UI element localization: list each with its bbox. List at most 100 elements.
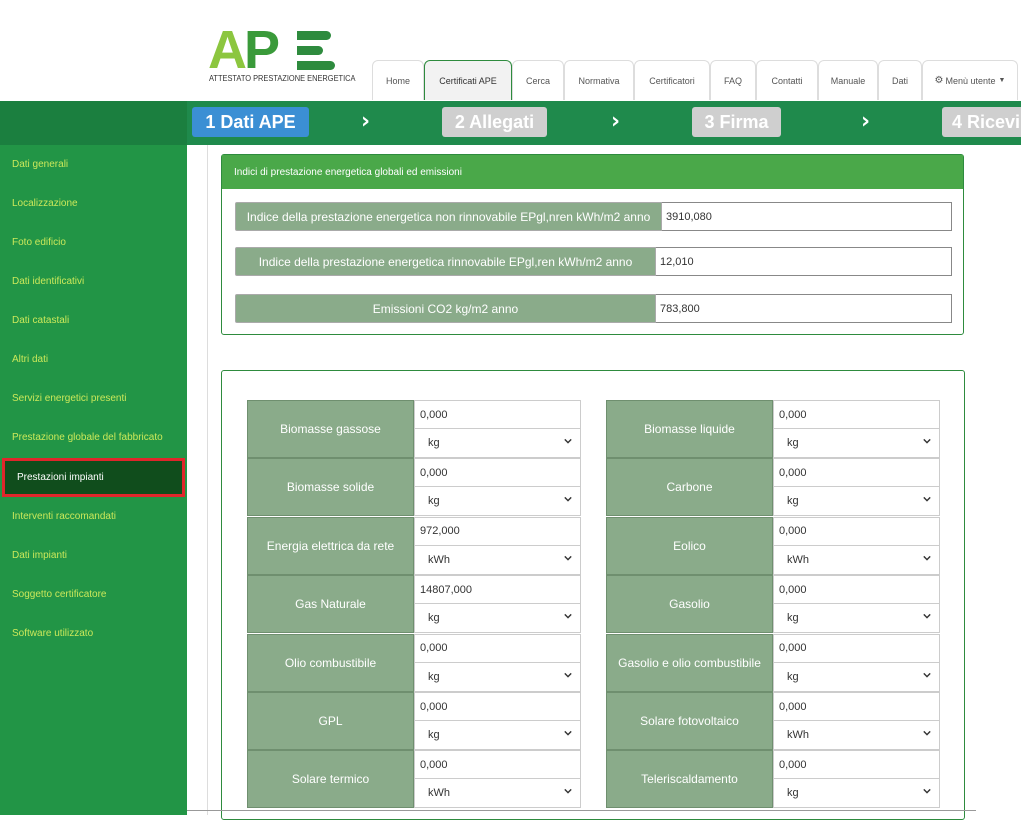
fuel-unit-value: kg — [787, 670, 799, 683]
fuel-quantity-input[interactable]: 14807,000 — [414, 575, 581, 605]
fuel-row-biomasse-gassose: Biomasse gassose 0,000 kg — [247, 400, 581, 458]
fuel-row-gpl: GPL 0,000 kg — [247, 692, 581, 750]
fuel-quantity-input[interactable]: 0,000 — [773, 575, 940, 605]
fuel-unit-select[interactable]: kg — [414, 429, 581, 458]
fuel-row-gas-naturale: Gas Naturale 14807,000 kg — [247, 575, 581, 634]
fuel-unit-select[interactable]: kg — [773, 487, 940, 517]
tab-normativa[interactable]: Normativa — [564, 60, 634, 100]
fuel-row-teleriscaldamento: Teleriscaldamento 0,000 kg — [606, 750, 940, 809]
fuel-unit-value: kg — [428, 670, 440, 683]
fuel-label: Gas Naturale — [247, 575, 414, 634]
fuel-label: Biomasse solide — [247, 458, 414, 517]
fuel-unit-select[interactable]: kg — [773, 779, 940, 809]
chevron-down-icon — [923, 730, 931, 736]
sidebar-item-dati-catastali[interactable]: Dati catastali — [0, 301, 187, 340]
menu-utente-label: Menù utente — [945, 75, 996, 86]
epgl-ren-label: Indice della prestazione energetica rinn… — [235, 247, 656, 276]
sidebar-item-servizi-energetici[interactable]: Servizi energetici presenti — [0, 379, 187, 418]
fuel-unit-value: kWh — [428, 553, 450, 566]
fuel-label: Biomasse liquide — [606, 400, 773, 458]
co2-row: Emissioni CO2 kg/m2 anno 783,800 — [235, 294, 952, 323]
tab-manuale[interactable]: Manuale — [818, 60, 878, 100]
tab-home[interactable]: Home — [372, 60, 424, 100]
fuel-quantity-input[interactable]: 0,000 — [414, 458, 581, 488]
gear-icon: ⚙ — [934, 75, 944, 86]
fuel-row-energia-elettrica-da-rete: Energia elettrica da rete 972,000 kWh — [247, 516, 581, 575]
sidebar-item-prestazioni-impianti[interactable]: Prestazioni impianti — [2, 458, 185, 497]
sidebar-item-dati-generali[interactable]: Dati generali — [0, 145, 187, 184]
sidebar-item-localizzazione[interactable]: Localizzazione — [0, 184, 187, 223]
fuel-unit-select[interactable]: kWh — [414, 545, 581, 575]
fuel-quantity-input[interactable]: 972,000 — [414, 516, 581, 546]
fuel-unit-value: kg — [428, 437, 440, 449]
fuel-unit-select[interactable]: kWh — [773, 721, 940, 750]
fuel-unit-select[interactable]: kg — [414, 604, 581, 634]
fuel-unit-select[interactable]: kg — [773, 429, 940, 458]
fuel-unit-select[interactable]: kg — [414, 662, 581, 692]
fuel-row-biomasse-liquide: Biomasse liquide 0,000 kg — [606, 400, 940, 458]
tab-certificatori[interactable]: Certificatori — [634, 60, 710, 100]
fuel-quantity-input[interactable]: 0,000 — [773, 400, 940, 429]
tab-faq[interactable]: FAQ — [710, 60, 756, 100]
tab-dati[interactable]: Dati — [878, 60, 922, 100]
fuel-label: Solare termico — [247, 750, 414, 809]
chevron-down-icon — [564, 497, 572, 503]
chevron-down-icon — [923, 789, 931, 795]
sidebar-item-foto-edificio[interactable]: Foto edificio — [0, 223, 187, 262]
fuel-quantity-input[interactable]: 0,000 — [773, 516, 940, 546]
fuel-unit-value: kg — [787, 495, 799, 508]
chevron-down-icon — [923, 672, 931, 678]
step-3-firma[interactable]: 3 Firma — [692, 107, 781, 137]
fuel-quantity-input[interactable]: 0,000 — [773, 692, 940, 721]
bottom-divider — [187, 810, 976, 811]
logo-e-icon — [297, 31, 339, 73]
co2-field[interactable]: 783,800 — [656, 294, 952, 323]
sidebar-item-altri-dati[interactable]: Altri dati — [0, 340, 187, 379]
fuel-quantity-input[interactable]: 0,000 — [414, 633, 581, 663]
fuel-quantity-input[interactable]: 0,000 — [414, 692, 581, 721]
fuel-quantity-input[interactable]: 0,000 — [414, 400, 581, 429]
tab-cerca[interactable]: Cerca — [512, 60, 564, 100]
step-2-allegati[interactable]: 2 Allegati — [442, 107, 547, 137]
fuel-unit-select[interactable]: kWh — [773, 545, 940, 575]
epgl-ren-field[interactable]: 12,010 — [656, 247, 952, 276]
fuel-unit-value: kg — [787, 787, 799, 800]
chevron-down-icon — [923, 438, 931, 444]
fuel-unit-value: kg — [787, 612, 799, 625]
sidebar-header — [0, 101, 187, 145]
fuel-label: Gasolio — [606, 575, 773, 634]
tab-menu-utente[interactable]: ⚙ Menù utente ▼ — [922, 60, 1018, 100]
tab-contatti[interactable]: Contatti — [756, 60, 818, 100]
fuel-row-solare-termico: Solare termico 0,000 kWh — [247, 750, 581, 809]
ape-logo[interactable]: AP ATTESTATO PRESTAZIONE ENERGETICA — [205, 20, 355, 88]
tab-certificati-ape[interactable]: Certificati APE — [424, 60, 512, 100]
fuel-unit-select[interactable]: kWh — [414, 779, 581, 809]
epgl-nren-field[interactable]: 3910,080 — [662, 202, 952, 231]
sidebar-item-dati-identificativi[interactable]: Dati identificativi — [0, 262, 187, 301]
fuel-unit-select[interactable]: kg — [773, 662, 940, 692]
indices-panel: Indici di prestazione energetica globali… — [221, 154, 964, 335]
fuel-unit-value: kg — [787, 437, 799, 449]
step-4-ricevi[interactable]: 4 Ricevi — [942, 107, 1021, 137]
sidebar-item-dati-impianti[interactable]: Dati impianti — [0, 536, 187, 575]
fuel-label: Carbone — [606, 458, 773, 517]
fuel-quantity-input[interactable]: 0,000 — [773, 458, 940, 488]
fuel-label: GPL — [247, 692, 414, 750]
sidebar-item-interventi-raccomandati[interactable]: Interventi raccomandati — [0, 497, 187, 536]
fuel-unit-select[interactable]: kg — [773, 604, 940, 634]
sidebar-item-prestazione-globale[interactable]: Prestazione globale del fabbricato — [0, 418, 187, 457]
chevron-down-icon — [564, 614, 572, 619]
nav-tabs: Home Certificati APE Cerca Normativa Cer… — [372, 60, 1018, 101]
logo-letters: AP — [208, 20, 280, 80]
sidebar-item-soggetto-certificatore[interactable]: Soggetto certificatore — [0, 575, 187, 614]
fuel-quantity-input[interactable]: 0,000 — [773, 633, 940, 663]
chevron-down-icon — [923, 497, 931, 503]
sidebar-item-software-utilizzato[interactable]: Software utilizzato — [0, 614, 187, 653]
fuel-unit-select[interactable]: kg — [414, 487, 581, 517]
step-1-dati-ape[interactable]: 1 Dati APE — [192, 107, 309, 137]
fuel-label: Biomasse gassose — [247, 400, 414, 458]
fuel-quantity-input[interactable]: 0,000 — [414, 750, 581, 780]
fuel-row-solare-fotovoltaico: Solare fotovoltaico 0,000 kWh — [606, 692, 940, 750]
fuel-unit-select[interactable]: kg — [414, 721, 581, 750]
fuel-quantity-input[interactable]: 0,000 — [773, 750, 940, 780]
